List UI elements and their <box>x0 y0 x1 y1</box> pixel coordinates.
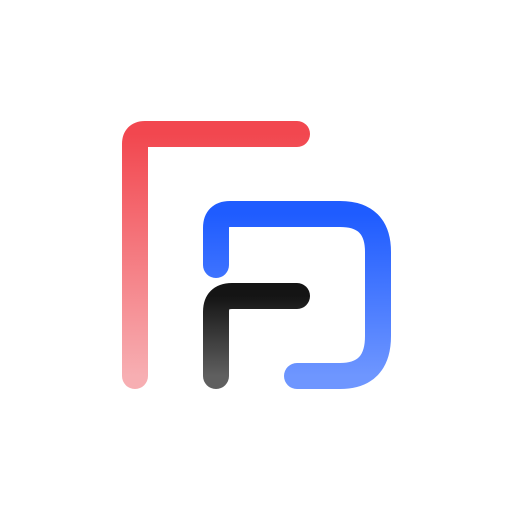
logo-canvas <box>0 0 512 512</box>
app-logo <box>122 121 391 389</box>
black-corner-stroke <box>203 283 310 389</box>
